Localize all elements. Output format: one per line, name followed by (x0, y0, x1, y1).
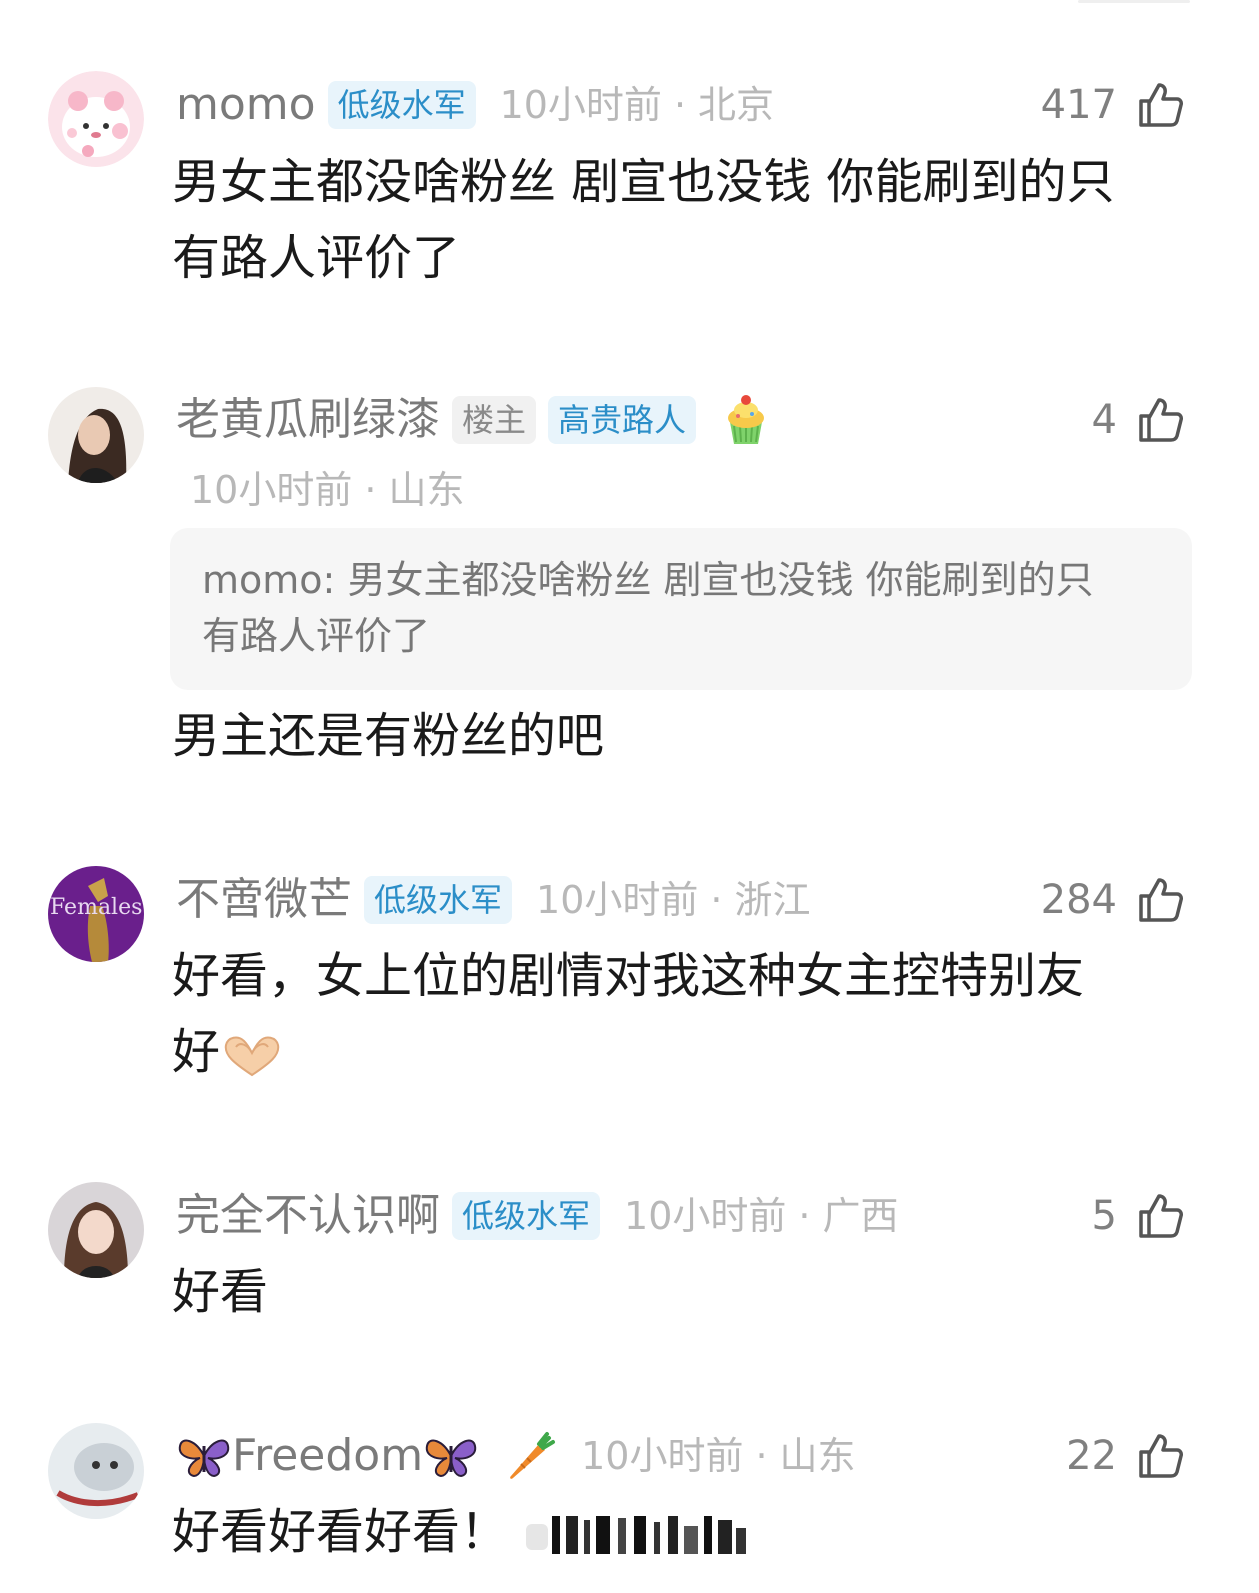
comment-text-line: 好看 (172, 1264, 269, 1320)
comment-text-line: 有路人评价了 (172, 230, 461, 286)
separator: · (710, 878, 723, 922)
carrot-icon (501, 1428, 557, 1484)
location: 山东 (388, 468, 465, 512)
comment-meta: 10小时前 · 广西 (624, 1186, 898, 1246)
comment-text-line: 好看好看好看！ (172, 1494, 1192, 1570)
comment-text: 好看，女上位的剧情对我这种女主控特别友 好 (172, 938, 1192, 1090)
timestamp: 10小时前 (190, 468, 353, 512)
comment-meta: 10小时前 · 山东 (581, 1426, 855, 1486)
user-badge: 低级水军 (364, 876, 513, 924)
thumbs-up-icon[interactable] (1135, 394, 1187, 446)
butterfly-icon (176, 1432, 232, 1480)
like-button[interactable]: 284 (1041, 870, 1187, 930)
user-badge: 高贵路人 (548, 396, 697, 444)
location: 北京 (698, 83, 775, 127)
thumbs-up-icon[interactable] (1135, 79, 1187, 131)
comment-text: 男主还是有粉丝的吧 (172, 698, 1192, 774)
quoted-comment[interactable]: momo: 男女主都没啥粉丝 剧宣也没钱 你能刷到的只 有路人评价了 (170, 528, 1192, 690)
username[interactable]: 不啻微芒 (176, 870, 352, 930)
like-count: 5 (1091, 1193, 1117, 1239)
comment-header: 老黄瓜刷绿漆 楼主 高贵路人 (176, 390, 1185, 450)
username[interactable]: 完全不认识啊 (176, 1186, 440, 1246)
like-count: 417 (1040, 82, 1117, 128)
butterfly-icon (423, 1432, 479, 1480)
timestamp: 10小时前 (536, 878, 699, 922)
like-count: 284 (1040, 877, 1117, 923)
comment-header: 不啻微芒 低级水军 10小时前 · 浙江 (176, 870, 1185, 930)
username[interactable]: 老黄瓜刷绿漆 (176, 390, 440, 450)
quote-author: momo: (202, 558, 336, 602)
thumbs-up-icon[interactable] (1135, 1430, 1187, 1482)
timestamp: 10小时前 (499, 83, 662, 127)
location: 广西 (822, 1194, 899, 1238)
comment-meta: 10小时前 · 山东 (190, 460, 464, 520)
like-count: 4 (1091, 397, 1117, 443)
cupcake-icon (718, 392, 774, 448)
user-badge: 低级水军 (452, 1192, 601, 1240)
location: 浙江 (734, 878, 811, 922)
heart-hands-icon (220, 1031, 284, 1079)
comment-text-fragment: 好看好看好看！ (172, 1504, 509, 1560)
like-button[interactable]: 22 (1066, 1426, 1187, 1486)
avatar[interactable] (48, 1423, 144, 1519)
op-badge: 楼主 (452, 396, 537, 444)
quote-text: 男女主都没啥粉丝 剧宣也没钱 你能刷到的只 (347, 558, 1094, 602)
separator: · (798, 1194, 811, 1238)
avatar[interactable] (48, 1182, 144, 1278)
thumbs-up-icon[interactable] (1135, 1190, 1187, 1242)
comment-text-fragment: 好 (172, 1024, 221, 1080)
separator: · (755, 1434, 768, 1478)
censored-text-icon (522, 1510, 752, 1560)
comment-header: momo 低级水军 10小时前 · 北京 (176, 75, 1185, 135)
like-button[interactable]: 5 (1092, 1186, 1187, 1246)
username[interactable]: Freedom (232, 1426, 423, 1486)
separator: · (364, 468, 377, 512)
comment-text-line: 好看，女上位的剧情对我这种女主控特别友 (172, 948, 1085, 1004)
comment-meta: 10小时前 · 浙江 (536, 870, 810, 930)
comment-text: 好看 (172, 1254, 1192, 1330)
like-button[interactable]: 417 (1041, 75, 1187, 135)
comment-header: 完全不认识啊 低级水军 10小时前 · 广西 (176, 1186, 1185, 1246)
comment-text: 好看好看好看！ (172, 1494, 1192, 1570)
avatar-text: Females (50, 895, 142, 920)
separator: · (673, 83, 687, 127)
like-count: 22 (1066, 1433, 1117, 1479)
thumbs-up-icon[interactable] (1135, 874, 1187, 926)
previous-item-edge (1078, 0, 1190, 3)
avatar[interactable]: Females (48, 866, 144, 962)
timestamp: 10小时前 (581, 1434, 744, 1478)
user-badge: 低级水军 (327, 81, 476, 129)
comment-text: 男女主都没啥粉丝 剧宣也没钱 你能刷到的只 有路人评价了 (172, 144, 1192, 296)
comment-text-line: 男主还是有粉丝的吧 (172, 708, 605, 764)
username[interactable]: momo (176, 75, 316, 135)
like-button[interactable]: 4 (1092, 390, 1187, 450)
comment-meta: 10小时前 · 北京 (500, 75, 774, 135)
timestamp: 10小时前 (624, 1194, 787, 1238)
quote-line: momo: 男女主都没啥粉丝 剧宣也没钱 你能刷到的只 (202, 552, 1160, 608)
comment-header: Freedom 10小时前 · 山东 (176, 1426, 1185, 1486)
location: 山东 (779, 1434, 856, 1478)
comment-text-line: 好 (172, 1014, 1192, 1090)
comment-meta-row: 10小时前 · 山东 (190, 460, 1185, 520)
quote-text: 有路人评价了 (202, 614, 431, 658)
avatar[interactable] (48, 71, 144, 167)
avatar[interactable] (48, 387, 144, 483)
comment-text-line: 男女主都没啥粉丝 剧宣也没钱 你能刷到的只 (172, 154, 1115, 210)
